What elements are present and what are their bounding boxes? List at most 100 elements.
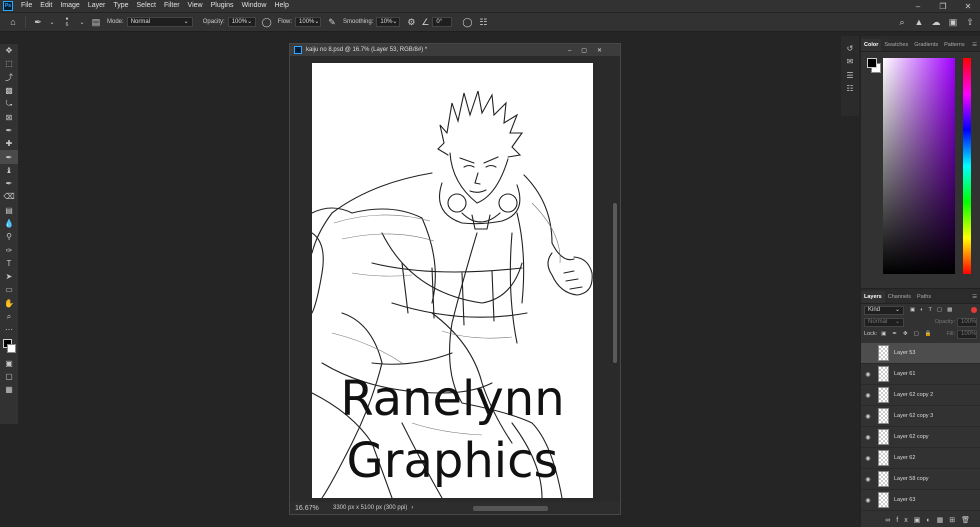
kind-filter-select[interactable]: Kind ⌄ <box>864 305 904 315</box>
chevron-down-icon[interactable]: ⌄ <box>75 15 89 29</box>
filter-type-icons[interactable]: ▣◐T▢▩ <box>910 307 957 313</box>
move-tool-icon[interactable]: ✥ <box>0 44 18 57</box>
chevron-right-icon[interactable]: › <box>411 505 413 511</box>
menu-select[interactable]: Select <box>133 0 160 12</box>
trash-icon[interactable]: 🗑 <box>961 516 976 524</box>
notifications-icon[interactable]: ▲ <box>912 15 926 29</box>
layer-name[interactable]: Layer 62 copy 2 <box>894 392 933 398</box>
layer-style-icon[interactable]: fx <box>896 517 913 524</box>
tab-layers[interactable]: Layers <box>861 291 885 303</box>
layer-name[interactable]: Layer 58 copy <box>894 476 929 482</box>
eyedropper-tool-icon[interactable]: ✒ <box>0 124 18 137</box>
new-group-icon[interactable]: ▦ <box>937 516 950 524</box>
filter-toggle-icon[interactable] <box>971 307 977 313</box>
panel-menu-icon[interactable]: ☰ <box>969 291 980 303</box>
link-layers-icon[interactable]: ∞ <box>885 517 896 524</box>
hue-slider[interactable] <box>963 58 971 274</box>
comments-icon[interactable]: ✉ <box>841 55 859 68</box>
lasso-tool-icon[interactable]: ⤴ <box>0 71 18 84</box>
lock-icons[interactable]: ▣✒✥▢🔒 <box>881 331 937 337</box>
search-icon[interactable]: ⌕ <box>895 15 909 29</box>
adjustment-layer-icon[interactable]: ◐ <box>926 517 936 524</box>
menu-help[interactable]: Help <box>270 0 292 12</box>
brush-tool-icon[interactable]: ✒ <box>31 15 45 29</box>
tab-swatches[interactable]: Swatches <box>881 39 911 51</box>
hand-tool-icon[interactable]: ✋ <box>0 297 18 310</box>
eye-icon[interactable]: ◉ <box>861 476 875 483</box>
layer-name[interactable]: Layer 63 <box>894 497 915 503</box>
menu-image[interactable]: Image <box>56 0 83 12</box>
layer-row[interactable]: ◉ Layer 62 copy 3 <box>861 406 980 427</box>
layer-row[interactable]: ◉ Layer 61 <box>861 364 980 385</box>
clone-stamp-tool-icon[interactable]: ♝ <box>0 164 18 177</box>
close-button[interactable]: ✕ <box>956 0 980 12</box>
layer-name[interactable]: Layer 62 copy <box>894 434 929 440</box>
menu-plugins[interactable]: Plugins <box>207 0 238 12</box>
path-selection-tool-icon[interactable]: ➤ <box>0 270 18 283</box>
eye-icon[interactable]: ◉ <box>861 434 875 441</box>
quick-mask-icon[interactable]: ▣ <box>0 357 18 370</box>
brush-preset-picker[interactable]: ● 6 <box>59 15 75 29</box>
crop-tool-icon[interactable]: ⤿ <box>0 97 18 110</box>
mode-select[interactable]: Normal ⌄ <box>126 17 193 27</box>
chevron-down-icon[interactable]: ⌄ <box>45 15 59 29</box>
vertical-scrollbar-thumb[interactable] <box>613 203 617 363</box>
screen-mode-icon[interactable]: ▢ <box>0 370 18 383</box>
layer-row[interactable]: ◉ Layer 62 copy 2 <box>861 385 980 406</box>
foreground-color-swatch[interactable] <box>867 58 877 68</box>
history-icon[interactable]: ↺ <box>841 42 859 55</box>
tab-paths[interactable]: Paths <box>914 291 934 303</box>
menu-layer[interactable]: Layer <box>84 0 110 12</box>
generative-fill-icon[interactable]: ▦ <box>0 383 18 396</box>
rectangle-tool-icon[interactable]: ▭ <box>0 283 18 296</box>
flow-field[interactable]: 100% ⌄ <box>295 17 322 27</box>
adjustments-icon[interactable]: ☷ <box>841 82 859 95</box>
menu-edit[interactable]: Edit <box>36 0 56 12</box>
layer-row[interactable]: ◉ Layer 62 <box>861 448 980 469</box>
brush-tool-icon[interactable]: ✒ <box>0 150 18 164</box>
home-icon[interactable]: ⌂ <box>6 15 20 29</box>
pressure-size-icon[interactable]: ◯ <box>460 15 474 29</box>
minimize-button[interactable]: – <box>906 0 930 12</box>
opacity-field[interactable]: 100% ⌄ <box>227 17 256 27</box>
properties-icon[interactable]: ☰ <box>841 69 859 82</box>
angle-field[interactable]: 0° <box>432 17 453 27</box>
tab-color[interactable]: Color <box>861 39 882 51</box>
canvas[interactable]: Ranelynn Graphics <box>312 63 593 498</box>
color-swatches[interactable] <box>0 337 18 357</box>
menu-filter[interactable]: Filter <box>160 0 184 12</box>
symmetry-icon[interactable]: ☷ <box>476 15 490 29</box>
airbrush-icon[interactable]: ✎ <box>325 15 339 29</box>
dodge-tool-icon[interactable]: ⚲ <box>0 230 18 243</box>
new-layer-icon[interactable]: ⊞ <box>949 516 961 524</box>
tab-patterns[interactable]: Patterns <box>941 39 967 51</box>
menu-type[interactable]: Type <box>109 0 132 12</box>
document-window-controls[interactable]: –▢✕ <box>568 47 612 54</box>
maximize-button[interactable]: ❐ <box>931 0 955 12</box>
blur-tool-icon[interactable]: 💧 <box>0 217 18 230</box>
history-brush-tool-icon[interactable]: ✒ <box>0 177 18 190</box>
frame-tool-icon[interactable]: ⊠ <box>0 110 18 123</box>
layer-name[interactable]: Layer 61 <box>894 371 915 377</box>
more-tools-icon[interactable]: ⋯ <box>0 323 18 336</box>
eye-icon[interactable]: ◉ <box>861 371 875 378</box>
pressure-opacity-icon[interactable]: ◯ <box>260 15 274 29</box>
layer-row[interactable]: ◉ Layer 62 copy <box>861 427 980 448</box>
background-color-swatch[interactable] <box>7 343 16 353</box>
eye-icon[interactable]: ◉ <box>861 413 875 420</box>
document-title-bar[interactable]: kaiju no 8.psd @ 16.7% (Layer 53, RGB/8#… <box>290 44 620 56</box>
smoothing-field[interactable]: 10% ⌄ <box>376 17 401 27</box>
eye-icon[interactable]: ◉ <box>861 392 875 399</box>
layer-row[interactable]: ◉ Layer 63 <box>861 490 980 511</box>
layer-row[interactable]: ◉ Layer 58 copy <box>861 469 980 490</box>
layer-name[interactable]: Layer 53 <box>894 350 915 356</box>
menu-view[interactable]: View <box>184 0 207 12</box>
object-select-tool-icon[interactable]: ▩ <box>0 84 18 97</box>
marquee-tool-icon[interactable]: ⬚ <box>0 57 18 70</box>
layer-row[interactable]: Layer 53 <box>861 343 980 364</box>
menu-window[interactable]: Window <box>238 0 271 12</box>
share-icon[interactable]: ⇧ <box>963 15 977 29</box>
healing-brush-tool-icon[interactable]: ✚ <box>0 137 18 150</box>
horizontal-scrollbar-thumb[interactable] <box>473 505 549 511</box>
eye-icon[interactable]: ◉ <box>861 455 875 462</box>
